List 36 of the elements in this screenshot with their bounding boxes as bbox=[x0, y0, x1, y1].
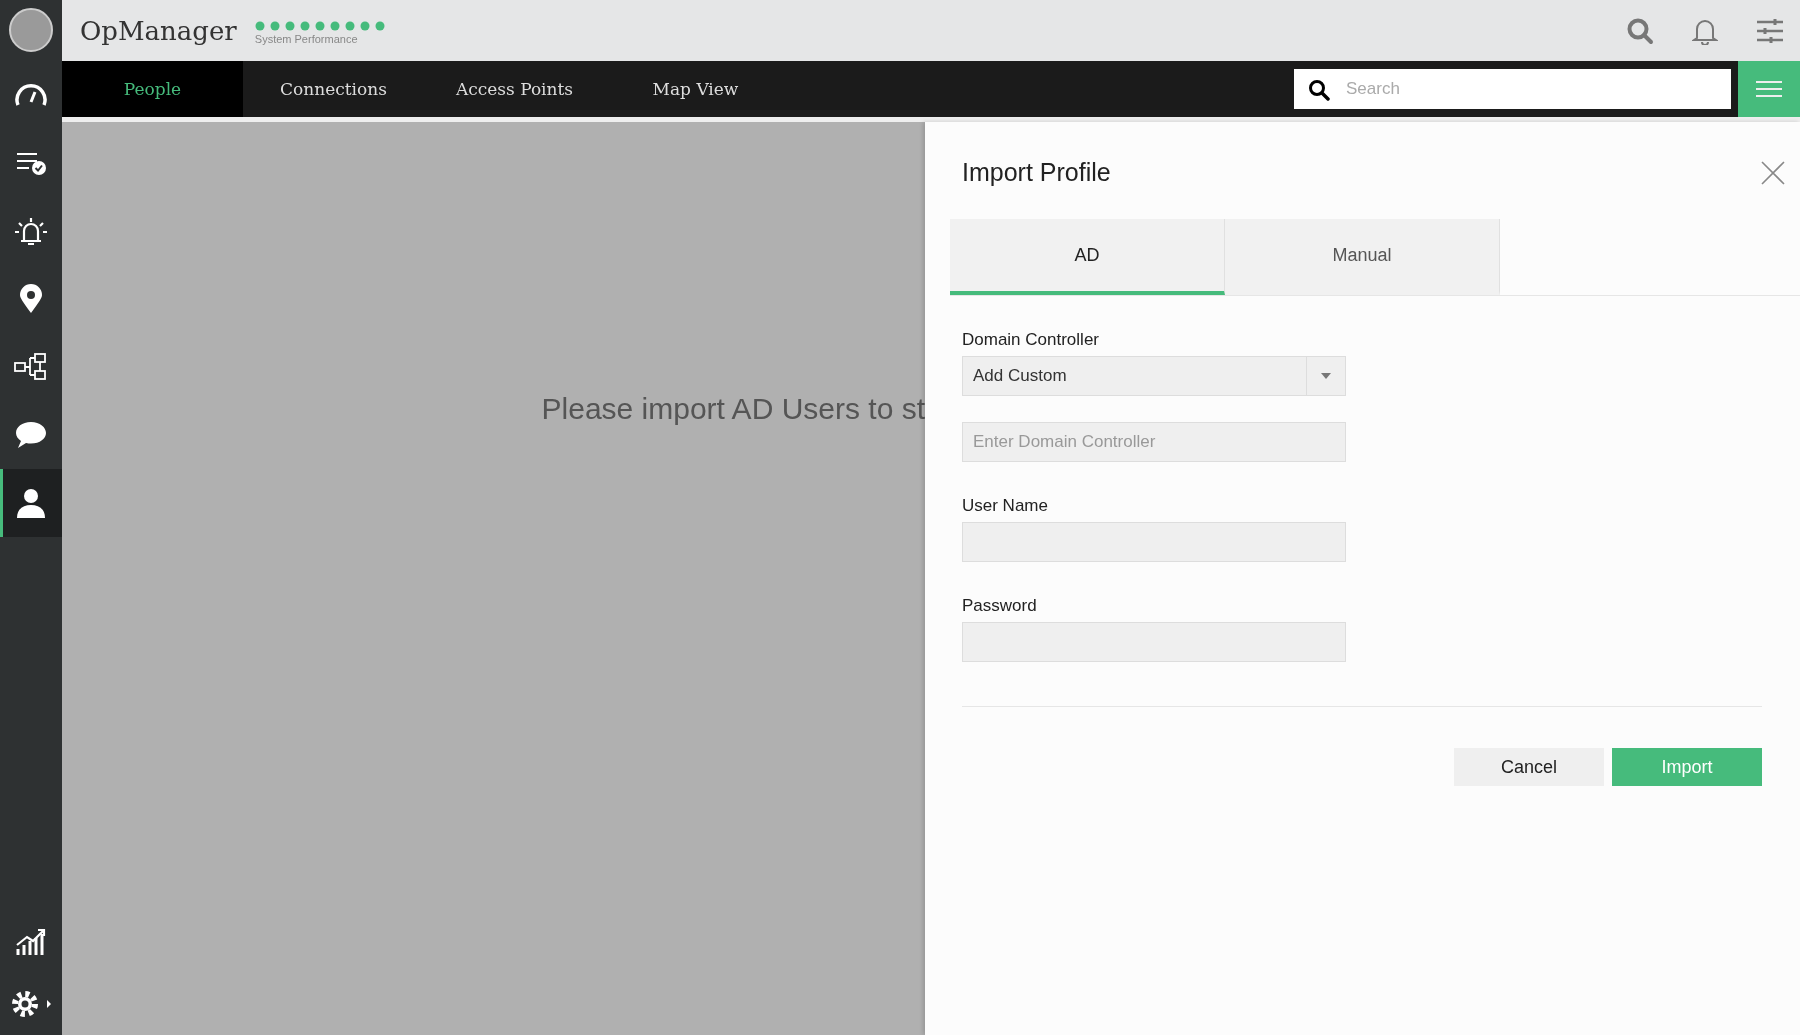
alarm-bell-icon bbox=[13, 216, 49, 246]
cancel-button[interactable]: Cancel bbox=[1454, 748, 1604, 786]
field-label: User Name bbox=[962, 496, 1049, 516]
input-field[interactable] bbox=[962, 622, 1346, 662]
field-label: Password bbox=[962, 596, 1038, 616]
chat-bubble-icon bbox=[14, 420, 48, 450]
input-field[interactable]: Enter Domain Controller bbox=[962, 422, 1346, 462]
menu-icon bbox=[1756, 80, 1782, 98]
caret-icon bbox=[1321, 373, 1331, 379]
dropdown[interactable]: Add Custom bbox=[962, 356, 1346, 396]
sidebar-item[interactable] bbox=[0, 469, 62, 537]
person-icon bbox=[15, 487, 47, 519]
settings-icon[interactable] bbox=[9, 988, 53, 1020]
map-pin-icon bbox=[19, 284, 43, 314]
tab[interactable]: AD bbox=[950, 219, 1225, 295]
flowchart-icon bbox=[13, 352, 49, 382]
field-label: Domain Controller bbox=[962, 330, 1100, 350]
nav-tab[interactable]: People bbox=[62, 61, 243, 117]
rising-chart-icon bbox=[15, 927, 47, 957]
search-icon[interactable] bbox=[1626, 16, 1654, 45]
speedometer-icon bbox=[14, 82, 48, 108]
search-field[interactable]: Search bbox=[1294, 69, 1731, 109]
avatar[interactable] bbox=[9, 8, 53, 52]
sliders-icon[interactable] bbox=[1756, 17, 1784, 44]
app-name: OpManager bbox=[80, 15, 237, 46]
tab[interactable]: Manual bbox=[1225, 219, 1500, 295]
nav-tab[interactable]: Access Points bbox=[424, 61, 605, 117]
checklist-icon bbox=[15, 150, 47, 176]
nav-tab[interactable]: Connections bbox=[243, 61, 424, 117]
input-field[interactable] bbox=[962, 522, 1346, 562]
search-icon bbox=[1308, 79, 1330, 101]
close-icon[interactable] bbox=[1760, 159, 1786, 186]
empty-state-message: Please import AD Users to st bbox=[541, 392, 925, 427]
nav-tab[interactable]: Map View bbox=[605, 61, 786, 117]
panel-title: Import Profile bbox=[962, 158, 1111, 187]
status-caption: System Performance bbox=[254, 33, 359, 45]
